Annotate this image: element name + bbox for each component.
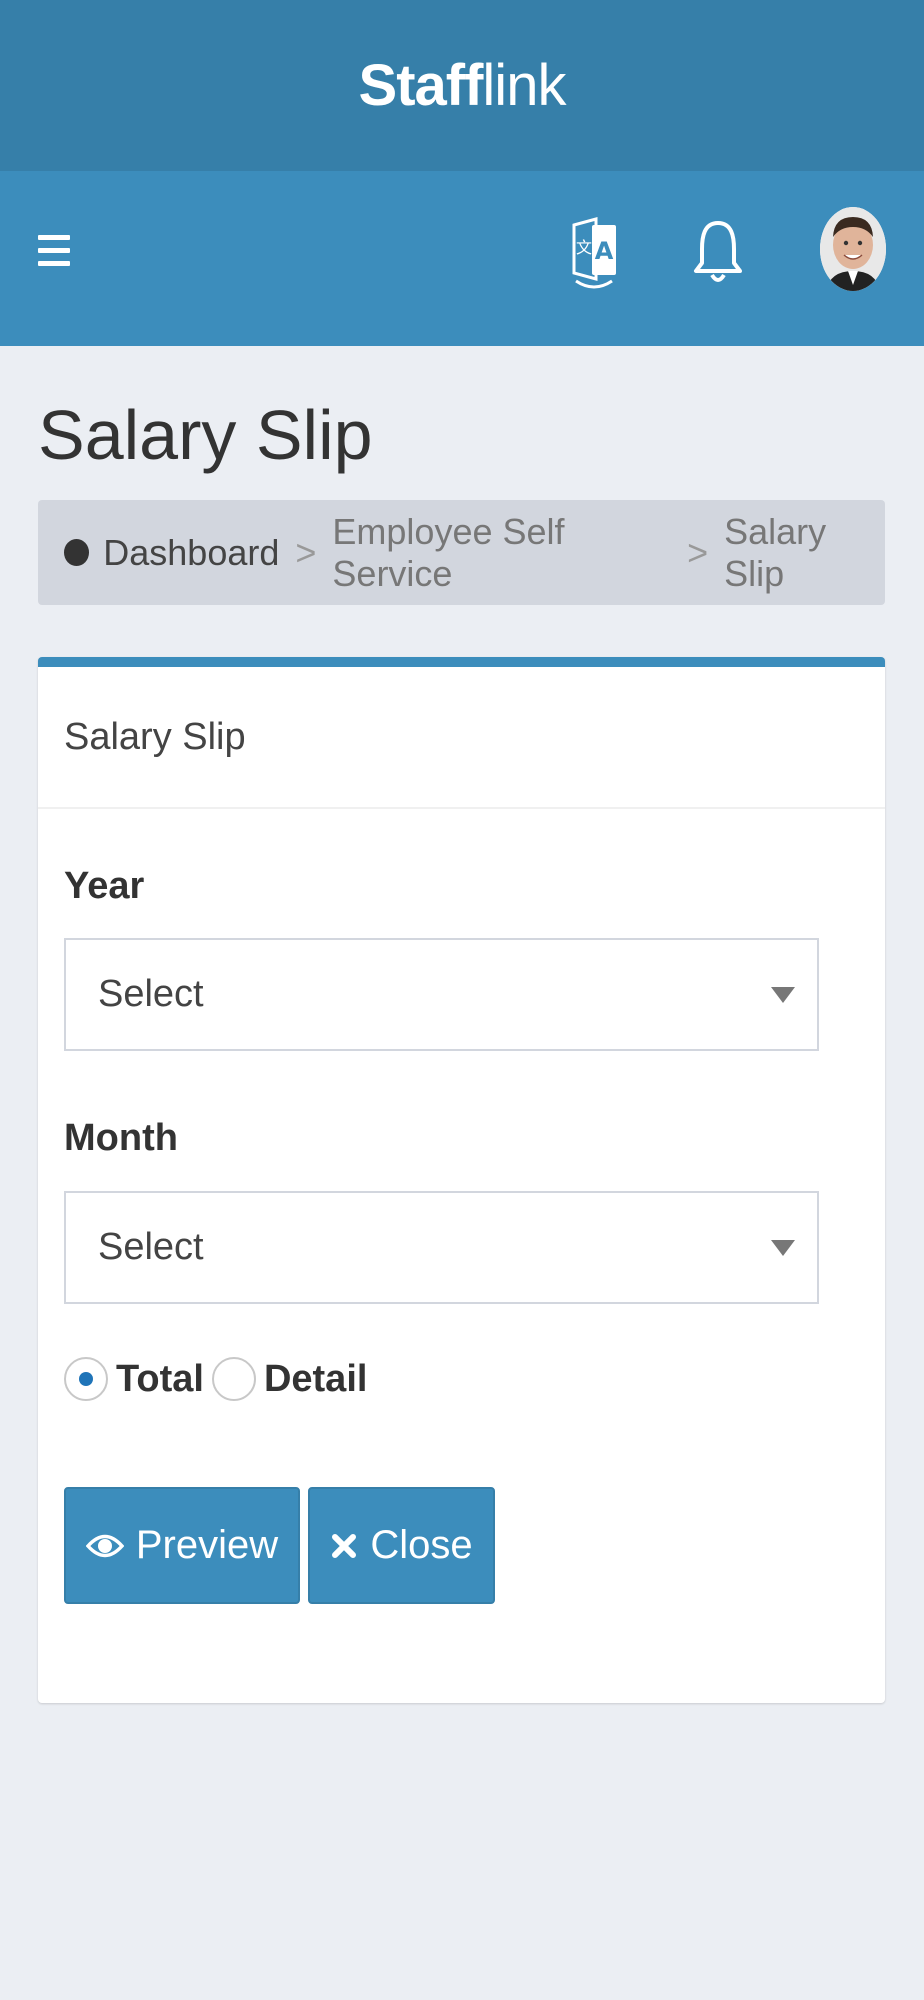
year-label: Year	[64, 865, 145, 907]
close-icon	[332, 1533, 357, 1558]
preview-button[interactable]: Preview	[64, 1487, 300, 1604]
close-button[interactable]: Close	[308, 1487, 495, 1604]
chevron-down-icon	[771, 986, 795, 1003]
report-type-radio-group: Total Detail	[64, 1357, 375, 1401]
top-navbar: A 文	[0, 171, 924, 346]
svg-text:文: 文	[576, 238, 592, 257]
app-logo[interactable]: Stafflink	[359, 52, 567, 119]
page-title: Salary Slip	[38, 396, 373, 474]
month-select[interactable]: Select	[64, 1191, 819, 1304]
bell-icon[interactable]	[690, 215, 746, 291]
total-radio-label[interactable]: Total	[116, 1358, 204, 1401]
breadcrumb-dashboard[interactable]: Dashboard	[103, 532, 279, 574]
translate-icon[interactable]: A 文	[566, 215, 622, 291]
year-select-value: Select	[98, 973, 204, 1015]
brand-bar: Stafflink	[0, 0, 924, 171]
preview-button-label: Preview	[135, 1523, 279, 1567]
detail-radio-label[interactable]: Detail	[264, 1358, 367, 1401]
month-select-value: Select	[98, 1226, 204, 1268]
user-avatar[interactable]	[820, 207, 886, 291]
chevron-down-icon	[771, 1239, 795, 1256]
breadcrumb: Dashboard > Employee Self Service > Sala…	[38, 500, 885, 605]
year-select[interactable]: Select	[64, 938, 819, 1051]
breadcrumb-separator: >	[295, 531, 317, 573]
close-button-label: Close	[370, 1523, 473, 1567]
eye-icon	[85, 1534, 124, 1557]
menu-icon[interactable]	[38, 235, 70, 271]
total-radio[interactable]	[64, 1357, 108, 1401]
dashboard-dot-icon	[64, 539, 90, 566]
detail-radio[interactable]	[211, 1357, 256, 1401]
month-label: Month	[64, 1117, 178, 1159]
breadcrumb-salary-slip: Salary Slip	[724, 510, 827, 594]
salary-slip-card: Salary Slip Year Select Month Select Tot…	[38, 657, 885, 1703]
card-header: Salary Slip	[38, 667, 885, 809]
svg-text:A: A	[595, 237, 614, 265]
breadcrumb-separator: >	[687, 531, 709, 573]
breadcrumb-employee-self-service[interactable]: Employee Self Service	[332, 511, 671, 595]
